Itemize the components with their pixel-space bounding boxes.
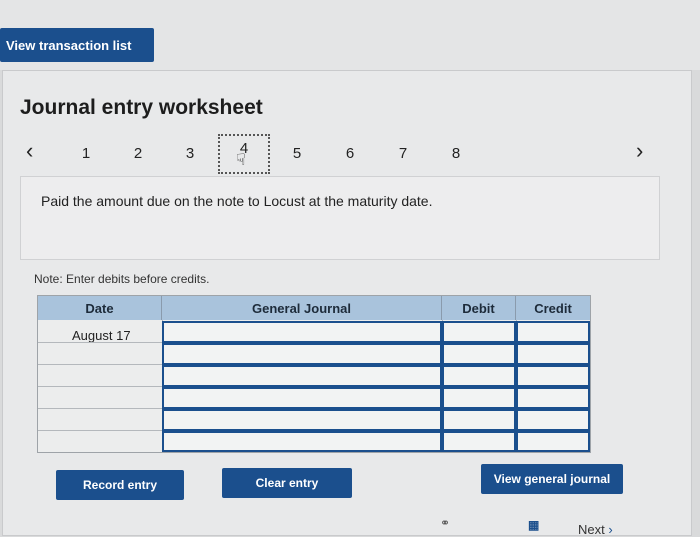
hand-cursor-icon: ☟ — [236, 152, 246, 169]
credit-input[interactable] — [516, 365, 590, 387]
debit-input[interactable] — [442, 387, 516, 409]
debit-input[interactable] — [442, 365, 516, 387]
view-general-journal-button[interactable]: View general journal — [481, 464, 623, 494]
tab-1[interactable]: 1 — [66, 140, 106, 166]
account-input[interactable] — [162, 409, 442, 431]
header-debit: Debit — [442, 296, 516, 320]
header-date: Date — [38, 296, 162, 320]
next-label: Next — [578, 522, 605, 537]
tab-7[interactable]: 7 — [383, 140, 423, 166]
credit-input[interactable] — [516, 409, 590, 431]
credit-input[interactable] — [516, 431, 590, 452]
credit-input[interactable] — [516, 321, 590, 343]
journal-entry-table: Date General Journal Debit Credit August… — [37, 295, 591, 453]
page-title: Journal entry worksheet — [20, 96, 263, 119]
view-transaction-list-button[interactable]: View transaction list — [0, 28, 154, 62]
next-button[interactable]: Next › — [578, 522, 613, 537]
debit-input[interactable] — [442, 343, 516, 365]
grid-icon[interactable]: ▦ — [528, 518, 539, 532]
transaction-description-box: Paid the amount due on the note to Locus… — [20, 176, 660, 260]
entry-note: Note: Enter debits before credits. — [34, 272, 210, 286]
tab-5[interactable]: 5 — [277, 140, 317, 166]
transaction-description: Paid the amount due on the note to Locus… — [41, 193, 433, 209]
record-entry-button[interactable]: Record entry — [56, 470, 184, 500]
tab-3[interactable]: 3 — [170, 140, 210, 166]
account-input[interactable] — [162, 431, 442, 452]
debit-input[interactable] — [442, 431, 516, 452]
link-icon[interactable]: ⚭ — [440, 516, 450, 530]
tab-6[interactable]: 6 — [330, 140, 370, 166]
account-input[interactable] — [162, 387, 442, 409]
tab-4[interactable]: 4 ☟ — [218, 134, 270, 174]
chevron-left-icon[interactable]: ‹ — [26, 138, 33, 164]
debit-input[interactable] — [442, 321, 516, 343]
account-input[interactable] — [162, 321, 442, 343]
credit-input[interactable] — [516, 343, 590, 365]
header-general-journal: General Journal — [162, 296, 442, 320]
header-credit: Credit — [516, 296, 590, 320]
chevron-right-small-icon: › — [608, 522, 613, 537]
account-input[interactable] — [162, 343, 442, 365]
credit-input[interactable] — [516, 387, 590, 409]
tab-8[interactable]: 8 — [436, 140, 476, 166]
clear-entry-button[interactable]: Clear entry — [222, 468, 352, 498]
tab-2[interactable]: 2 — [118, 140, 158, 166]
debit-input[interactable] — [442, 409, 516, 431]
chevron-right-icon[interactable]: › — [636, 138, 643, 164]
account-input[interactable] — [162, 365, 442, 387]
date-cell: August 17 — [72, 328, 131, 343]
